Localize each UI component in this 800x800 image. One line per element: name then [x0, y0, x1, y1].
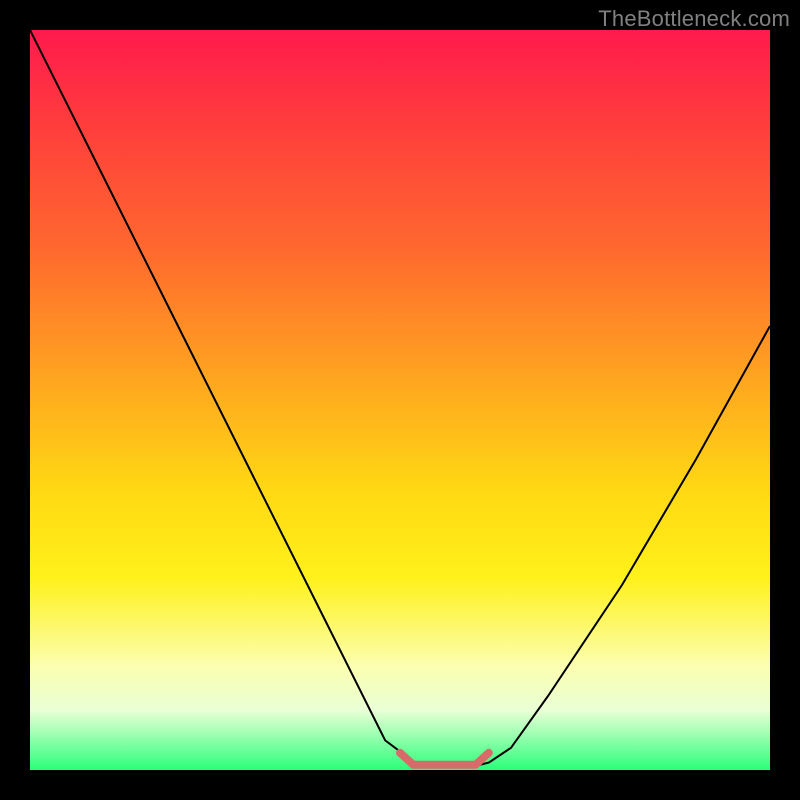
bottleneck-curve: [30, 30, 770, 770]
curve-line: [30, 30, 770, 766]
flat-region-marker: [400, 753, 489, 765]
plot-area: [30, 30, 770, 770]
watermark-text: TheBottleneck.com: [598, 6, 790, 32]
stage: TheBottleneck.com: [0, 0, 800, 800]
